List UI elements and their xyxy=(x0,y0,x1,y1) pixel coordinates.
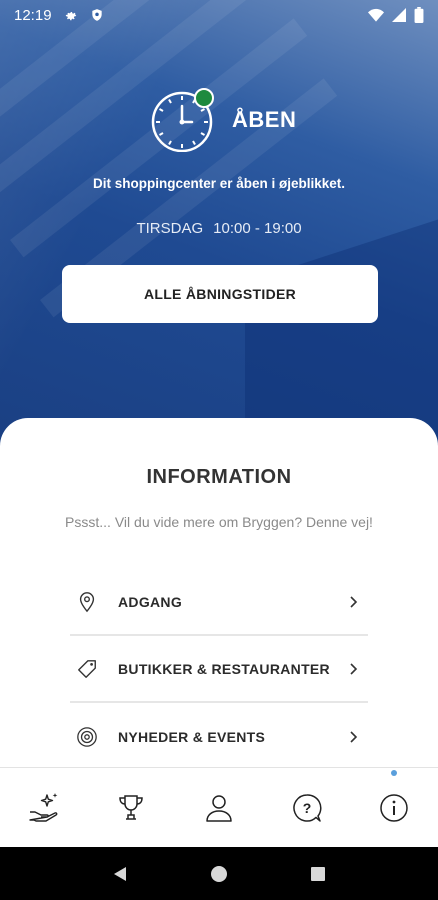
day-label: TIRSDAG xyxy=(136,220,204,237)
cellular-icon xyxy=(392,8,406,22)
status-time: 12:19 xyxy=(14,6,52,24)
home-icon[interactable] xyxy=(210,865,228,883)
hours-value: 10:00 - 19:00 xyxy=(213,220,302,237)
battery-icon xyxy=(414,7,424,23)
trophy-icon xyxy=(119,794,144,820)
menu-item-label: NYHEDER & EVENTS xyxy=(118,729,266,745)
system-navigation-bar xyxy=(0,847,438,900)
user-icon xyxy=(206,794,232,822)
open-status-label: ÅBEN xyxy=(232,107,297,132)
nav-profile[interactable] xyxy=(197,786,241,830)
menu-item-label: ADGANG xyxy=(118,594,183,610)
all-opening-hours-button[interactable]: ALLE ÅBNINGSTIDER xyxy=(62,265,378,323)
open-status: ÅBEN xyxy=(150,88,297,153)
information-title: INFORMATION xyxy=(146,466,292,488)
help-icon: ? xyxy=(292,793,322,822)
svg-text:?: ? xyxy=(302,800,311,816)
menu-item-nyheder[interactable]: NYHEDER & EVENTS xyxy=(70,704,368,770)
target-icon xyxy=(77,727,97,747)
nav-help[interactable]: ? xyxy=(285,786,329,830)
information-subtitle: Pssst... Vil du vide mere om Bryggen? De… xyxy=(65,514,373,530)
nav-loyalty[interactable] xyxy=(109,786,153,830)
location-pin-icon xyxy=(79,592,95,613)
todays-hours: TIRSDAG 10:00 - 19:00 xyxy=(0,220,438,237)
nav-info[interactable] xyxy=(372,786,416,830)
menu-item-adgang[interactable]: ADGANG xyxy=(70,570,368,636)
hand-sparkle-icon xyxy=(29,792,58,822)
wifi-icon xyxy=(368,8,384,22)
chevron-right-icon xyxy=(350,596,358,608)
settings-icon xyxy=(65,12,76,21)
nav-offers[interactable] xyxy=(22,786,66,830)
chevron-right-icon xyxy=(350,731,358,743)
open-indicator-dot xyxy=(194,88,214,108)
back-icon[interactable] xyxy=(111,865,129,883)
shield-icon xyxy=(91,9,102,21)
menu-item-label: BUTIKKER & RESTAURANTER xyxy=(118,661,330,677)
chevron-right-icon xyxy=(350,663,358,675)
menu-item-butikker[interactable]: BUTIKKER & RESTAURANTER xyxy=(70,637,368,703)
open-status-subtitle: Dit shoppingcenter er åben i øjeblikket. xyxy=(92,176,346,191)
status-bar: 12:19 xyxy=(0,0,438,30)
bottom-navigation: ? xyxy=(0,767,438,847)
info-icon xyxy=(380,793,408,822)
tag-icon xyxy=(78,660,96,678)
clock-icon xyxy=(150,88,214,153)
active-tab-indicator xyxy=(391,770,397,776)
recents-icon[interactable] xyxy=(309,865,327,883)
